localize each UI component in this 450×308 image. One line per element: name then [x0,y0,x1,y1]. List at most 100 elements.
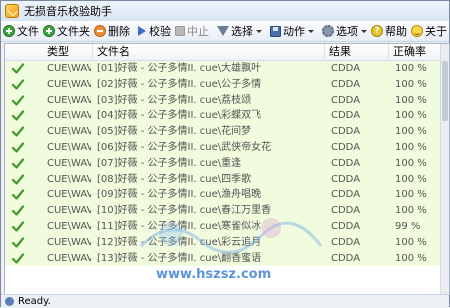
cell-filename: [09]好薇 - 公子多情II. cue\渔舟唱晚 [97,189,262,201]
action-label: 动作 [283,25,305,38]
list-header: 类型 文件名 结果 正确率 [5,44,449,61]
cell-filename: [07]好薇 - 公子多情II. cue\重逢 [97,157,242,169]
cell-result: CDDA [331,110,361,122]
checkmark-icon [12,63,24,74]
cell-filename: [11]好薇 - 公子多情II. cue\寒雀似冰 [97,220,262,232]
checkmark-icon [12,126,24,137]
select-label: 选择 [231,25,253,38]
add-icon [3,25,15,37]
options-label: 选项 [336,25,358,38]
cell-filename: [12]好薇 - 公子多情II. cue\彩云追月 [97,236,262,248]
cell-rate: 100 % [395,189,427,201]
verify-button[interactable]: 校验 [136,22,173,40]
table-row[interactable]: CUE\WAV [05]好薇 - 公子多情II. cue\花间梦 CDDA 100 % [5,124,441,140]
add-file-button[interactable]: 文件 [1,22,41,40]
cell-rate: 100 % [395,157,427,169]
filter-icon [217,26,229,36]
checkmark-icon [12,94,24,106]
add-folder-label: 文件夹 [57,25,90,38]
table-row[interactable]: CUE\WAV [10]好薇 - 公子多情II. cue\春江万里香 CDDA 100… [5,203,441,219]
dropdown-caret-icon [256,29,262,33]
cell-filename: [10]好薇 - 公子多情II. cue\春江万里香 [97,205,272,217]
cell-type: CUE\WAV [47,189,91,201]
cell-type: CUE\WAV [47,220,91,232]
add-folder-button[interactable]: 文件夹 [41,22,92,40]
cell-rate: 99 % [395,220,421,232]
remove-icon [94,25,106,37]
dropdown-caret-icon [308,29,314,33]
status-indicator-icon [5,297,14,306]
column-header-rate[interactable]: 正确率 [389,44,441,60]
cell-filename: [04]好薇 - 公子多情II. cue\彩蝶双飞 [97,110,262,122]
cell-rate: 100 % [395,78,427,90]
options-menu-button[interactable]: 选项 [320,22,369,40]
checkmark-icon [12,158,24,169]
help-button[interactable]: ? 帮助 [369,22,409,40]
cell-rate: 100 % [395,205,427,217]
cell-type: CUE\WAV [47,63,91,74]
table-row[interactable]: CUE\WAV [11]好薇 - 公子多情II. cue\寒雀似冰 CDDA 99 % [5,218,441,235]
table-row[interactable]: CUE\WAV [13]好薇 - 公子多情II. cue\翻香蜜语 CDDA 100 … [5,250,441,267]
help-icon: ? [371,25,383,37]
table-row[interactable]: CUE\WAV [09]好薇 - 公子多情II. cue\渔舟唱晚 CDDA 100 … [5,187,441,204]
cell-type: CUE\WAV [47,141,91,153]
checkmark-icon [12,79,24,90]
cell-result: CDDA [331,78,361,90]
help-label: 帮助 [385,25,407,38]
save-icon [270,25,281,37]
column-header-filename[interactable]: 文件名 [93,44,325,60]
smiley-icon [411,25,423,37]
app-check-icon [5,4,19,18]
cell-rate: 100 % [395,173,427,185]
window-title: 无损音乐校验助手 [24,5,112,18]
column-header-type[interactable]: 类型 [5,44,93,60]
cell-type: CUE\WAV [47,126,91,138]
action-menu-button[interactable]: 动作 [268,22,316,40]
table-row[interactable]: CUE\WAV [03]好薇 - 公子多情II. cue\荔枝颂 CDDA 100 % [5,92,441,109]
vertical-scrollbar[interactable] [440,44,449,294]
cell-type: CUE\WAV [47,252,91,264]
cell-result: CDDA [331,126,361,138]
scrollbar-thumb[interactable] [442,61,448,121]
status-text: Ready. [18,296,51,307]
app-window: 无损音乐校验助手 文件 文件夹 删除 校验 中止 选择 动作 选项 ? 帮助 关… [0,0,450,308]
add-file-label: 文件 [17,25,39,38]
cell-type: CUE\WAV [47,94,91,106]
table-row[interactable]: CUE\WAV [06]好薇 - 公子多情II. cue\武侠帝女花 CDDA 100… [5,139,441,156]
cell-type: CUE\WAV [47,205,91,217]
checkmark-icon [12,221,24,232]
table-row[interactable]: CUE\WAV [08]好薇 - 公子多情II. cue\四季歌 CDDA 100 % [5,171,441,188]
checkmark-icon [12,237,24,248]
delete-button[interactable]: 删除 [92,22,132,40]
column-header-result[interactable]: 结果 [325,44,389,60]
cell-result: CDDA [331,157,361,169]
stop-icon [175,26,185,36]
title-bar: 无损音乐校验助手 [1,1,449,21]
stop-button[interactable]: 中止 [173,22,211,40]
table-row[interactable]: CUE\WAV [02]好薇 - 公子多情II. cue\公子多情 CDDA 100 … [5,76,441,93]
cell-result: CDDA [331,236,361,248]
table-row[interactable]: CUE\WAV [07]好薇 - 公子多情II. cue\重逢 CDDA 100 % [5,155,441,172]
select-menu-button[interactable]: 选择 [215,22,264,40]
table-row[interactable]: CUE\WAV [12]好薇 - 公子多情II. cue\彩云追月 CDDA 100 … [5,234,441,251]
cell-type: CUE\WAV [47,110,91,122]
cell-rate: 100 % [395,94,427,106]
about-button[interactable]: 关于 [409,22,449,40]
checkmark-icon [12,189,24,200]
file-list[interactable]: 类型 文件名 结果 正确率 CUE\WAV [01]好薇 - 公子多情II. cu… [4,43,450,295]
cell-type: CUE\WAV [47,78,91,90]
table-row[interactable]: CUE\WAV [01]好薇 - 公子多情II. cue\大雄飘叶 CDDA 100 … [5,61,441,77]
cell-filename: [03]好薇 - 公子多情II. cue\荔枝颂 [97,94,252,106]
cell-rate: 100 % [395,110,427,122]
checkmark-icon [12,252,24,264]
checkmark-icon [12,110,24,121]
checkmark-icon [12,205,24,216]
stop-label: 中止 [187,25,209,38]
cell-rate: 100 % [395,252,427,264]
cell-rate: 100 % [395,126,427,138]
cell-type: CUE\WAV [47,157,91,169]
table-row[interactable]: CUE\WAV [04]好薇 - 公子多情II. cue\彩蝶双飞 CDDA 100 … [5,108,441,125]
cell-result: CDDA [331,94,361,106]
gear-icon [322,25,334,37]
add-folder-icon [43,25,55,37]
